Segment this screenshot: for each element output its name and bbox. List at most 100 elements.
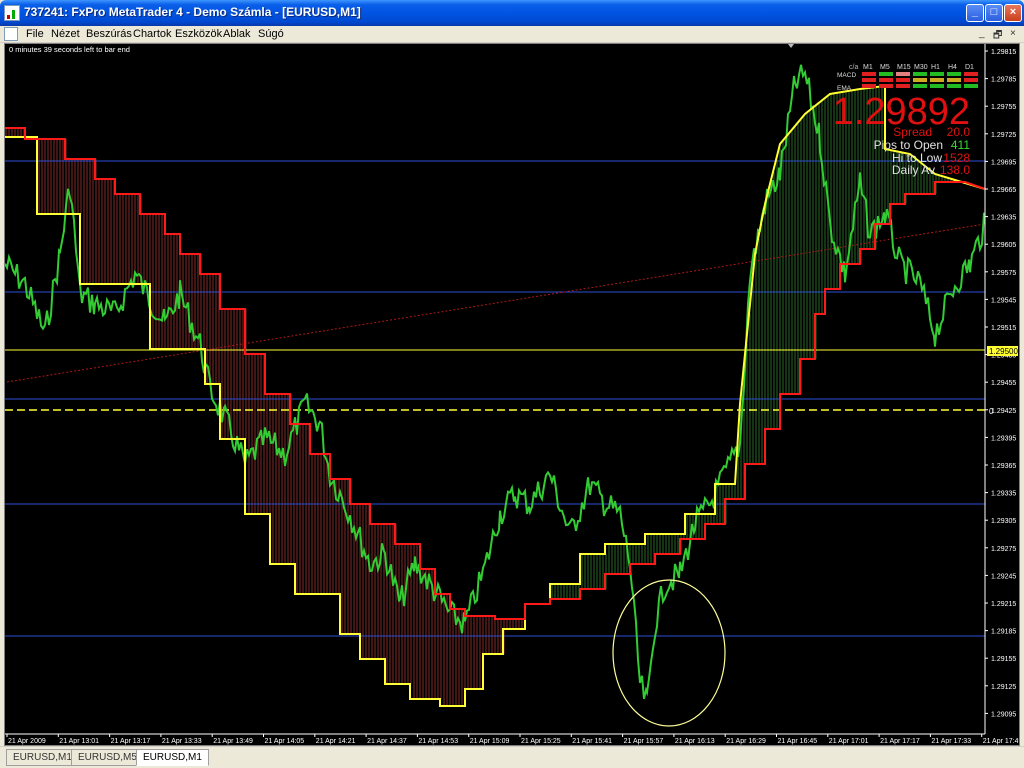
band-column — [554, 584, 556, 599]
signal-cell — [862, 78, 876, 82]
band-column — [581, 554, 583, 589]
band-column — [824, 98, 826, 314]
daily-average-value: 138.0 — [940, 163, 970, 177]
band-column — [650, 534, 652, 564]
band-column — [5, 128, 7, 137]
menu-view[interactable]: Nézet — [51, 28, 80, 40]
price-tick-label: 1.29095 — [991, 711, 1016, 718]
band-column — [146, 214, 148, 284]
time-tick-label: 21 Apr 15:25 — [521, 738, 561, 745]
time-tick-label: 21 Apr 16:29 — [726, 738, 766, 745]
metatrader-app-icon[interactable] — [4, 5, 20, 21]
menu-help[interactable]: Súgó — [258, 28, 284, 40]
band-column — [152, 214, 154, 349]
signal-cell — [947, 84, 961, 88]
band-column — [188, 254, 190, 349]
band-column — [251, 354, 253, 514]
band-column — [641, 544, 643, 564]
price-tick-label: 1.29515 — [991, 325, 1016, 332]
signal-cell — [930, 78, 944, 82]
price-chart[interactable]: 1.29815 1.29785 1.29755 1.29725 1.29695 1.296… — [5, 44, 1019, 745]
menu-charts[interactable]: Chartok — [133, 28, 172, 40]
band-column — [302, 424, 304, 594]
signal-cell — [964, 72, 978, 76]
band-column — [266, 394, 268, 514]
band-column — [749, 314, 751, 464]
signal-cell — [913, 72, 927, 76]
band-column — [371, 524, 373, 659]
timeframe-header: H1 — [931, 64, 940, 71]
band-column — [185, 254, 187, 349]
signal-cell — [879, 78, 893, 82]
band-column — [404, 544, 406, 684]
close-button[interactable]: × — [1004, 4, 1022, 22]
signal-cell — [964, 84, 978, 88]
signal-cell — [947, 78, 961, 82]
band-column — [62, 139, 64, 214]
timeframe-header: H4 — [948, 64, 957, 71]
menu-file[interactable]: File — [26, 28, 44, 40]
band-column — [488, 616, 490, 654]
band-column — [275, 394, 277, 564]
band-column — [104, 179, 106, 284]
band-column — [278, 394, 280, 564]
daily-average-label: Daily Av — [892, 163, 935, 177]
band-column — [149, 214, 151, 284]
band-column — [284, 394, 286, 564]
band-column — [635, 544, 637, 564]
signal-cell — [879, 84, 893, 88]
band-column — [512, 619, 514, 629]
current-price-tag: 1.29500 — [989, 347, 1018, 356]
band-column — [647, 534, 649, 564]
minimize-button[interactable]: _ — [966, 4, 984, 22]
band-column — [155, 214, 157, 349]
tab-eurusd-m5[interactable]: EURUSD,M5 — [71, 749, 144, 766]
menu-insert[interactable]: Beszúrás — [86, 28, 132, 40]
signal-cell — [896, 72, 910, 76]
price-tick-label: 1.29305 — [991, 518, 1016, 525]
band-column — [332, 479, 334, 594]
band-column — [551, 584, 553, 599]
band-column — [437, 594, 439, 699]
tab-eurusd-m1-first[interactable]: EURUSD,M1 — [6, 749, 79, 766]
band-column — [476, 616, 478, 689]
maximize-button[interactable]: □ — [985, 4, 1003, 22]
price-tick-label: 1.29185 — [991, 629, 1016, 636]
price-tick-label: 1.29695 — [991, 159, 1016, 166]
band-column — [119, 194, 121, 284]
band-column — [563, 584, 565, 599]
time-tick-label: 21 Apr 14:05 — [265, 738, 305, 745]
band-column — [665, 534, 667, 554]
time-tick-label: 21 Apr 14:21 — [316, 738, 356, 745]
menu-tools[interactable]: Eszközök — [175, 28, 222, 40]
band-column — [686, 514, 688, 539]
mdi-close-button[interactable]: × — [1010, 28, 1016, 39]
timeframe-header: D1 — [965, 64, 974, 71]
indicator-corner-label: c/a — [849, 64, 858, 71]
price-tick-label: 1.29815 — [991, 49, 1016, 56]
band-column — [518, 619, 520, 629]
band-column — [47, 139, 49, 214]
mdi-minimize-button[interactable]: _ — [979, 28, 985, 39]
band-column — [359, 504, 361, 634]
price-tick-label: 1.29605 — [991, 242, 1016, 249]
band-column — [479, 616, 481, 689]
band-column — [515, 619, 517, 629]
signal-cell — [896, 84, 910, 88]
zero-level-tag: 0 — [989, 407, 994, 416]
band-column — [569, 584, 571, 599]
price-tick-label: 1.29395 — [991, 435, 1016, 442]
band-column — [632, 544, 634, 564]
menu-window[interactable]: Ablak — [223, 28, 251, 40]
tab-eurusd-m1-active[interactable]: EURUSD,M1 — [136, 749, 209, 766]
band-column — [356, 504, 358, 634]
band-column — [386, 524, 388, 684]
band-column — [746, 344, 748, 464]
band-column — [797, 123, 799, 394]
band-column — [566, 584, 568, 599]
band-column — [389, 524, 391, 684]
band-column — [590, 554, 592, 589]
price-tick-label: 1.29725 — [991, 132, 1016, 139]
time-tick-label: 21 Apr 13:33 — [162, 738, 202, 745]
chart-window-icon[interactable] — [4, 27, 18, 41]
